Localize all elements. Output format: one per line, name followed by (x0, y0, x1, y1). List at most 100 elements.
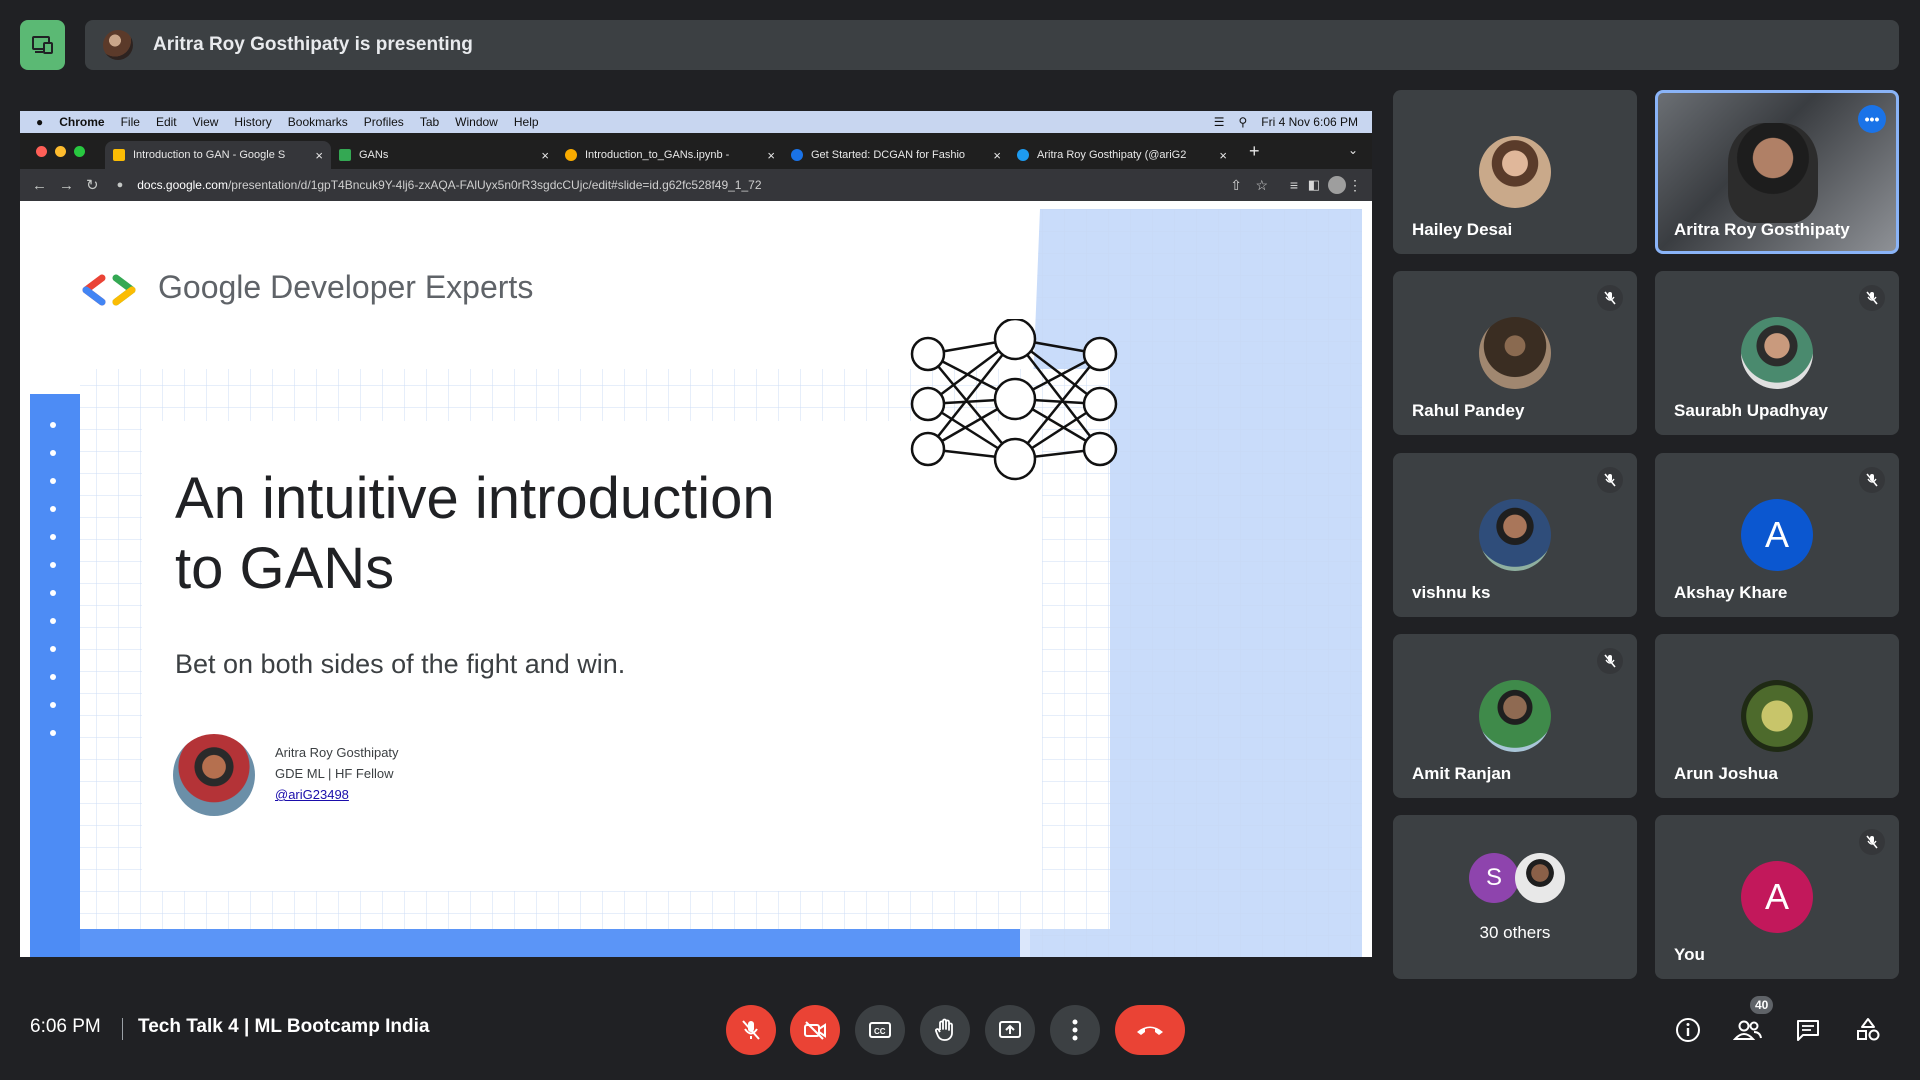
participant-tile-aritra[interactable]: ••• Aritra Roy Gosthipaty (1655, 90, 1899, 254)
people-icon (1733, 1020, 1762, 1040)
participant-tile-rahul[interactable]: Rahul Pandey (1393, 271, 1637, 435)
presentation-layout-button[interactable] (20, 20, 65, 70)
present-screen-icon (31, 36, 53, 54)
menubar-item-edit[interactable]: Edit (156, 115, 177, 129)
raise-hand-button[interactable] (920, 1005, 970, 1055)
captions-button[interactable]: CC (855, 1005, 905, 1055)
reload-icon[interactable]: ↻ (86, 176, 99, 194)
url-field[interactable]: docs.google.com/presentation/d/1gpT4Bncu… (137, 178, 761, 192)
colab-favicon-icon (565, 149, 577, 161)
close-window-icon[interactable] (36, 145, 47, 157)
more-options-icon[interactable]: ••• (1858, 105, 1886, 133)
close-tab-icon[interactable]: × (541, 148, 549, 163)
tab-label: Get Started: DCGAN for Fashio (811, 149, 966, 161)
menubar-datetime[interactable]: Fri 4 Nov 6:06 PM (1261, 115, 1358, 129)
participant-tile-vishnu[interactable]: vishnu ks (1393, 453, 1637, 617)
menubar-item-profiles[interactable]: Profiles (364, 115, 404, 129)
reading-list-icon[interactable]: ≡ (1290, 177, 1298, 193)
info-icon (1676, 1018, 1700, 1042)
browser-addressbar: ← → ↻ ● docs.google.com/presentation/d/1… (20, 169, 1372, 201)
more-options-button[interactable] (1050, 1005, 1100, 1055)
twitter-favicon-icon (1017, 149, 1029, 161)
author-info: Aritra Roy Gosthipaty GDE ML | HF Fellow… (275, 742, 399, 805)
activities-icon (1857, 1018, 1880, 1041)
author-photo (173, 734, 255, 816)
hand-icon (935, 1018, 953, 1041)
meeting-time: 6:06 PM (30, 1016, 101, 1037)
menubar-item-tab[interactable]: Tab (420, 115, 439, 129)
share-icon[interactable]: ⇧ (1230, 177, 1242, 194)
browser-tabbar: Introduction to GAN - Google S × GANs × … (20, 133, 1372, 169)
participant-tile-arun[interactable]: Arun Joshua (1655, 634, 1899, 798)
browser-tab-dcgan[interactable]: Get Started: DCGAN for Fashio × (783, 141, 1009, 169)
tab-search-icon[interactable]: ⌄ (1348, 143, 1358, 157)
wifi-icon[interactable]: ☰ (1214, 115, 1225, 129)
participant-tile-saurabh[interactable]: Saurabh Upadhyay (1655, 271, 1899, 435)
url-path: /presentation/d/1gpT4Bncuk9Y-4lj6-zxAQA-… (227, 178, 762, 192)
participant-tile-akshay[interactable]: A Akshay Khare (1655, 453, 1899, 617)
participant-tile-you[interactable]: A You (1655, 815, 1899, 979)
close-tab-icon[interactable]: × (767, 148, 775, 163)
divider (122, 1018, 123, 1040)
maximize-window-icon[interactable] (74, 145, 85, 157)
tab-label: Introduction to GAN - Google S (133, 149, 286, 161)
avatar: S (1469, 853, 1519, 903)
leave-call-button[interactable] (1115, 1005, 1185, 1055)
menubar-item-help[interactable]: Help (514, 115, 539, 129)
avatar: A (1741, 499, 1813, 571)
avatar: A (1741, 861, 1813, 933)
mic-toggle-button[interactable] (726, 1005, 776, 1055)
menubar-item-file[interactable]: File (121, 115, 140, 129)
back-icon[interactable]: ← (32, 177, 47, 194)
present-now-button[interactable] (985, 1005, 1035, 1055)
lock-icon[interactable]: ● (117, 179, 124, 191)
browser-tab-slides[interactable]: Introduction to GAN - Google S × (105, 141, 331, 169)
browser-tab-gans[interactable]: GANs × (331, 141, 557, 169)
gde-brand-text: Google Developer Experts (158, 269, 534, 305)
slides-favicon-icon (113, 149, 125, 161)
side-panel-icon[interactable]: ◧ (1308, 177, 1320, 193)
activities-button[interactable] (1848, 1010, 1888, 1050)
participant-name: 30 others (1479, 923, 1551, 942)
close-tab-icon[interactable]: × (1219, 148, 1227, 163)
mic-off-icon (1597, 648, 1623, 674)
participant-tile-amit[interactable]: Amit Ranjan (1393, 634, 1637, 798)
camera-off-icon (804, 1021, 826, 1040)
author-handle-link[interactable]: @ariG23498 (275, 784, 399, 805)
browser-tab-colab[interactable]: Introduction_to_GANs.ipynb - × (557, 141, 783, 169)
hangup-icon (1137, 1026, 1163, 1035)
author-name: Aritra Roy Gosthipaty (275, 745, 399, 760)
menubar-item-bookmarks[interactable]: Bookmarks (288, 115, 348, 129)
avatar-image (1741, 680, 1813, 752)
chat-button[interactable] (1788, 1010, 1828, 1050)
avatar (1479, 680, 1551, 752)
close-tab-icon[interactable]: × (993, 148, 1001, 163)
search-icon[interactable]: ⚲ (1239, 115, 1248, 129)
minimize-window-icon[interactable] (55, 145, 66, 157)
bookmark-star-icon[interactable]: ☆ (1255, 177, 1268, 194)
browser-menu-icon[interactable]: ⋮ (1348, 177, 1362, 194)
forward-icon[interactable]: → (59, 177, 74, 194)
menubar-item-view[interactable]: View (193, 115, 219, 129)
paperspace-favicon-icon (791, 149, 803, 161)
profile-avatar[interactable] (1328, 176, 1346, 194)
new-tab-icon[interactable]: + (1249, 141, 1260, 162)
mic-off-icon (1859, 829, 1885, 855)
participant-name: You (1674, 945, 1705, 964)
slide-subtitle: Bet on both sides of the fight and win. (175, 649, 626, 679)
mic-off-icon (1597, 285, 1623, 311)
camera-toggle-button[interactable] (790, 1005, 840, 1055)
browser-tab-twitter[interactable]: Aritra Roy Gosthipaty (@ariG2 × (1009, 141, 1235, 169)
svg-text:CC: CC (874, 1027, 886, 1036)
menubar-item-app[interactable]: Chrome (59, 115, 104, 129)
participant-tile-others[interactable]: S 30 others (1393, 815, 1637, 979)
menubar-item-window[interactable]: Window (455, 115, 498, 129)
close-tab-icon[interactable]: × (315, 148, 323, 163)
present-icon (999, 1021, 1021, 1038)
participant-name: vishnu ks (1412, 583, 1491, 602)
meeting-details-button[interactable] (1668, 1010, 1708, 1050)
menubar-item-history[interactable]: History (234, 115, 271, 129)
participant-tile-hailey[interactable]: Hailey Desai (1393, 90, 1637, 254)
people-button[interactable]: 40 (1728, 996, 1774, 1050)
author-role: GDE ML | HF Fellow (275, 766, 394, 781)
